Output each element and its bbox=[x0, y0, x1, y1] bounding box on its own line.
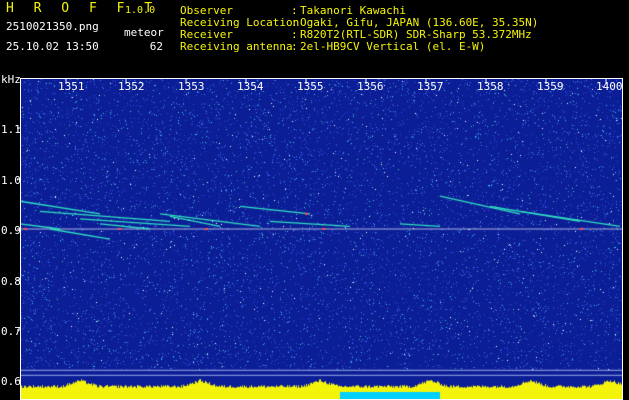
x-tick-label: 1356 bbox=[357, 80, 384, 93]
y-tick-label: 0.8 bbox=[1, 275, 21, 288]
x-tick-label: 1355 bbox=[297, 80, 324, 93]
plot-border bbox=[20, 78, 623, 400]
x-tick-label: 1359 bbox=[537, 80, 564, 93]
y-tick-label: 0.6 bbox=[1, 375, 21, 388]
hrofft-window: H R O F F T 1.0.0 2510021350.png 25.10.0… bbox=[0, 0, 629, 400]
y-tick-label: 1.1 bbox=[1, 123, 21, 136]
spectrogram-frame bbox=[17, 78, 623, 400]
x-tick-label: 1358 bbox=[477, 80, 504, 93]
x-tick-label: 1354 bbox=[237, 80, 264, 93]
x-tick-label: 1353 bbox=[178, 80, 205, 93]
x-tick-label: 1352 bbox=[118, 80, 145, 93]
y-tick-label: 0.9 bbox=[1, 224, 21, 237]
y-tick-label: 0.7 bbox=[1, 325, 21, 338]
x-tick-label: 1357 bbox=[417, 80, 444, 93]
y-tick-label: 1.0 bbox=[1, 174, 21, 187]
x-tick-label: 1400 bbox=[596, 80, 623, 93]
x-tick-label: 1351 bbox=[58, 80, 85, 93]
